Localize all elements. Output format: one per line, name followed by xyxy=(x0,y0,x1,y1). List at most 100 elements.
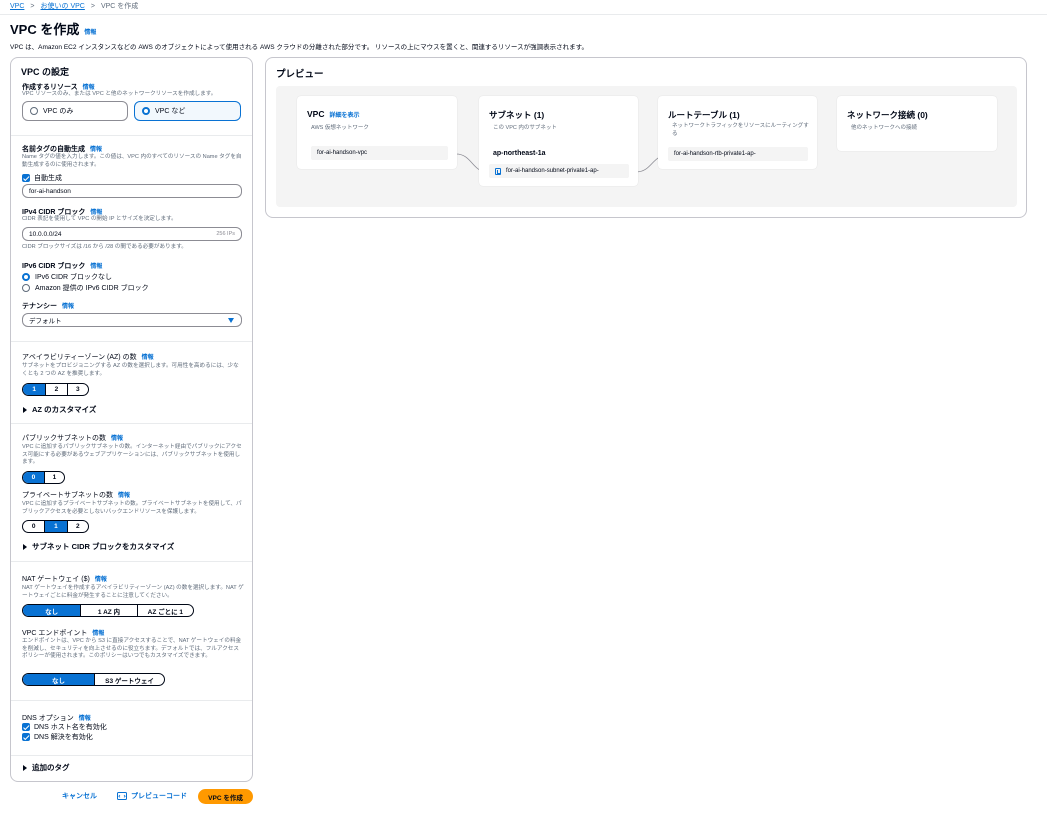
az-count-selector: 1 2 3 xyxy=(22,383,89,396)
vpc-endpoint-label-text: VPC エンドポイント xyxy=(22,630,88,637)
ipv6-cidr-label: IPv6 CIDR ブロック 情報 xyxy=(22,261,102,271)
public-subnets-info-link[interactable]: 情報 xyxy=(111,436,123,442)
vpc-details-link[interactable]: 詳細を表示 xyxy=(329,113,359,119)
tenancy-select[interactable]: デフォルト xyxy=(22,313,242,327)
dns-options-label-text: DNS オプション xyxy=(22,715,74,722)
subnet-cidr-customize-expander[interactable]: サブネット CIDR ブロックをカスタマイズ xyxy=(23,541,174,552)
section-divider xyxy=(11,755,252,756)
ipv6-none-label: IPv6 CIDR ブロックなし xyxy=(35,274,113,281)
nat-gateway-selector: なし 1 AZ 内 AZ ごとに 1 xyxy=(22,604,194,617)
preview-route-tables-subtitle: ネットワークトラフィックをリソースにルーティングする xyxy=(672,123,809,137)
nat-option-per-az[interactable]: AZ ごとに 1 xyxy=(136,605,193,616)
page-info-link[interactable]: 情報 xyxy=(84,30,96,36)
preview-subnet-resource-text: for-ai-handson-subnet-private1-ap- xyxy=(506,168,599,174)
radio-selected-icon xyxy=(22,273,30,281)
tenancy-info-link[interactable]: 情報 xyxy=(62,304,74,310)
preview-title: プレビュー xyxy=(276,69,324,80)
public-subnets-description: VPC に追加するパブリックサブネットの数。インターネット経由でパブリックにアク… xyxy=(22,444,242,466)
dns-hostnames-label: DNS ホスト名を有効化 xyxy=(34,724,107,731)
az-count-option-3[interactable]: 3 xyxy=(66,384,88,395)
page-title: VPC を作成 情報 xyxy=(10,19,96,38)
preview-vpc-subtitle: AWS 仮想ネットワーク xyxy=(311,125,369,131)
caret-right-icon xyxy=(23,543,27,550)
subnet-cidr-customize-label: サブネット CIDR ブロックをカスタマイズ xyxy=(32,542,175,551)
auto-generate-label: 自動生成 xyxy=(34,175,62,182)
section-divider xyxy=(11,135,252,136)
page-title-text: VPC を作成 xyxy=(10,22,80,37)
auto-generate-checkbox[interactable]: 自動生成 xyxy=(22,173,62,183)
endpoint-info-link[interactable]: 情報 xyxy=(92,631,104,637)
chevron-right-icon: > xyxy=(30,2,35,10)
chevron-right-icon: > xyxy=(90,2,95,10)
public-subnets-label-text: パブリックサブネットの数 xyxy=(22,435,106,442)
private-subnets-option-1[interactable]: 1 xyxy=(44,521,67,532)
public-subnets-selector: 0 1 xyxy=(22,471,65,484)
radio-icon xyxy=(22,284,30,292)
checkbox-checked-icon xyxy=(22,733,30,741)
breadcrumb-your-vpcs-link[interactable]: お使いの VPC xyxy=(41,1,85,11)
additional-tags-expander[interactable]: 追加のタグ xyxy=(23,762,70,773)
preview-canvas: VPC 詳細を表示 AWS 仮想ネットワーク for-ai-handson-vpc… xyxy=(276,86,1017,207)
preview-route-tables-card: ルートテーブル (1) ネットワークトラフィックをリソースにルーティングする f… xyxy=(658,96,817,169)
tenancy-label: テナンシー 情報 xyxy=(22,301,74,311)
az-info-link[interactable]: 情報 xyxy=(142,355,154,361)
private-subnets-option-0[interactable]: 0 xyxy=(23,521,44,532)
public-subnets-option-0[interactable]: 0 xyxy=(23,472,44,483)
ipv4-ip-count: 256 IPs xyxy=(216,231,235,237)
public-subnets-option-1[interactable]: 1 xyxy=(43,472,64,483)
preview-network-card: ネットワーク接続 (0) 他のネットワークへの接続 xyxy=(837,96,997,151)
az-customize-expander[interactable]: AZ のカスタマイズ xyxy=(23,404,96,415)
section-divider xyxy=(11,423,252,424)
vpc-and-more-option[interactable]: VPC など xyxy=(134,101,241,121)
vpc-endpoint-description: エンドポイントは、VPC から S3 に直接アクセスすることで、NAT ゲートウ… xyxy=(22,638,242,660)
az-count-option-2[interactable]: 2 xyxy=(45,384,66,395)
dns-resolution-checkbox[interactable]: DNS 解決を有効化 xyxy=(22,732,93,742)
tenancy-label-text: テナンシー xyxy=(22,303,57,310)
ipv6-amazon-option[interactable]: Amazon 提供の IPv6 CIDR ブロック xyxy=(22,283,149,293)
tenancy-value: デフォルト xyxy=(29,318,62,325)
nat-gateway-label-text: NAT ゲートウェイ ($) xyxy=(22,576,90,583)
ipv4-cidr-constraint: CIDR ブロックサイズは /16 から /28 の間である必要があります。 xyxy=(22,244,187,250)
cancel-button[interactable]: キャンセル xyxy=(62,791,97,801)
az-count-label: アベイラビリティーゾーン (AZ) の数 情報 xyxy=(22,352,154,362)
private-subnets-info-link[interactable]: 情報 xyxy=(118,493,130,499)
preview-subnet-resource[interactable]: for-ai-handson-subnet-private1-ap- xyxy=(489,164,629,178)
name-tag-input[interactable]: for-ai-handson xyxy=(22,184,242,198)
preview-vpc-resource[interactable]: for-ai-handson-vpc xyxy=(311,146,448,160)
preview-route-table-resource[interactable]: for-ai-handson-rtb-private1-ap- xyxy=(668,147,808,161)
breadcrumb-current: VPC を作成 xyxy=(100,3,139,10)
public-subnets-label: パブリックサブネットの数 情報 xyxy=(22,433,123,443)
checkbox-checked-icon xyxy=(22,174,30,182)
az-count-option-1[interactable]: 1 xyxy=(23,384,46,395)
endpoint-option-none[interactable]: なし xyxy=(23,674,94,685)
private-subnets-option-2[interactable]: 2 xyxy=(66,521,88,532)
az-count-description: サブネットをプロビジョニングする AZ の数を選択します。可用性を高めるには、少… xyxy=(22,363,239,377)
ipv6-none-option[interactable]: IPv6 CIDR ブロックなし xyxy=(22,272,112,282)
vpc-and-more-label: VPC など xyxy=(155,108,186,115)
dns-hostnames-checkbox[interactable]: DNS ホスト名を有効化 xyxy=(22,722,107,732)
preview-network-subtitle: 他のネットワークへの接続 xyxy=(851,125,918,131)
create-vpc-button[interactable]: VPC を作成 xyxy=(198,789,253,804)
radio-icon xyxy=(30,107,38,115)
vpc-only-label: VPC のみ xyxy=(43,108,74,115)
nat-option-1az[interactable]: 1 AZ 内 xyxy=(80,605,136,616)
name-tag-info-link[interactable]: 情報 xyxy=(90,147,102,153)
page-description: VPC は、Amazon EC2 インスタンスなどの AWS のオブジェクトによ… xyxy=(10,44,588,51)
caret-right-icon xyxy=(23,764,27,771)
vpc-endpoint-selector: なし S3 ゲートウェイ xyxy=(22,673,165,686)
caret-down-icon xyxy=(228,318,234,323)
ipv4-cidr-value: 10.0.0.0/24 xyxy=(29,230,62,238)
ipv6-info-link[interactable]: 情報 xyxy=(90,264,102,270)
az-customize-label: AZ のカスタマイズ xyxy=(32,405,97,414)
ipv4-cidr-input[interactable]: 10.0.0.0/24 256 IPs xyxy=(22,227,242,241)
breadcrumb-vpc-link[interactable]: VPC xyxy=(10,3,24,10)
nat-info-link[interactable]: 情報 xyxy=(95,577,107,583)
section-divider xyxy=(11,341,252,342)
subnet-icon xyxy=(495,167,501,175)
vpc-only-option[interactable]: VPC のみ xyxy=(22,101,128,121)
nat-option-none[interactable]: なし xyxy=(23,605,81,616)
private-subnets-selector: 0 1 2 xyxy=(22,520,89,533)
resources-description: VPC リソースのみ、または VPC と他のネットワークリソースを作成します。 xyxy=(22,91,217,97)
preview-code-button[interactable]: プレビューコード xyxy=(117,791,187,801)
endpoint-option-s3[interactable]: S3 ゲートウェイ xyxy=(93,674,164,685)
